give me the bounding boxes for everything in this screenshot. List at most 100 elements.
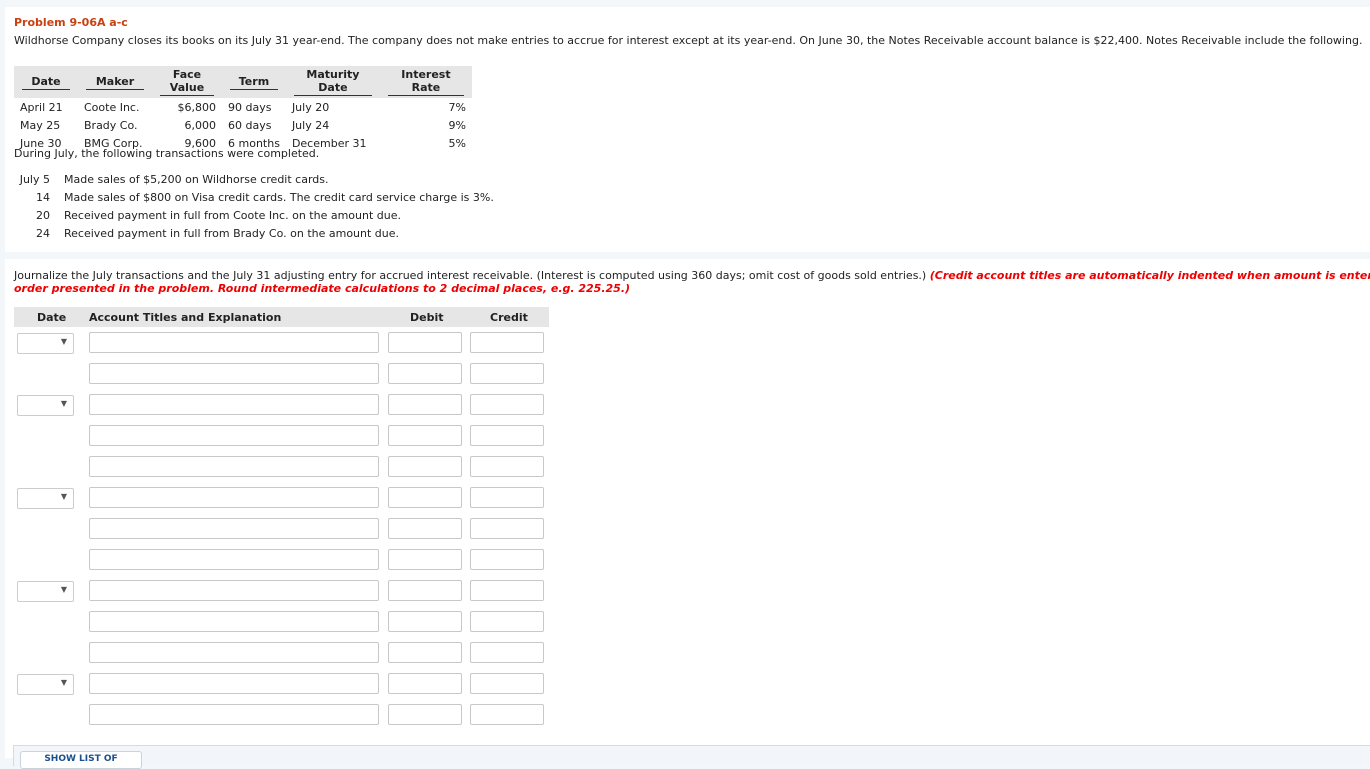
footer-bar: SHOW LIST OF ACCOUNTS [13, 745, 1370, 769]
credit-input[interactable] [470, 363, 544, 384]
show-accounts-button[interactable]: SHOW LIST OF ACCOUNTS [20, 751, 142, 769]
transactions-intro: During July, the following transactions … [14, 147, 320, 160]
account-title-input[interactable] [89, 518, 379, 539]
instructions: Journalize the July transactions and the… [14, 269, 1370, 295]
transaction-item: 24 Received payment in full from Brady C… [14, 227, 494, 245]
transaction-text: Received payment in full from Brady Co. … [64, 227, 400, 240]
transaction-day: 14 [36, 191, 50, 204]
credit-input[interactable] [470, 673, 544, 694]
credit-input[interactable] [470, 425, 544, 446]
credit-input[interactable] [470, 580, 544, 601]
credit-input[interactable] [470, 704, 544, 725]
journal-row: ▼ [5, 330, 550, 356]
chevron-down-icon: ▼ [60, 585, 67, 594]
debit-input[interactable] [388, 549, 462, 570]
cell-maker: Coote Inc. [84, 100, 140, 114]
notes-receivable-table: Date Maker Face Value Term Maturity Date… [14, 66, 472, 152]
journal-row [5, 454, 550, 480]
instructions-red-2: order presented in the problem. Round in… [14, 282, 631, 295]
debit-input[interactable] [388, 704, 462, 725]
debit-input[interactable] [388, 487, 462, 508]
col-date: Date [14, 66, 78, 98]
col-maturity-date: Maturity Date [285, 66, 380, 98]
cell-maker: Brady Co. [84, 118, 138, 132]
date-select[interactable]: ▼ [17, 333, 74, 354]
chevron-down-icon: ▼ [60, 678, 67, 687]
credit-input[interactable] [470, 394, 544, 415]
transaction-day: 20 [36, 209, 50, 222]
journal-row: ▼ [5, 671, 550, 697]
journal-row [5, 361, 550, 387]
transaction-day: July 5 [19, 173, 50, 186]
transaction-text: Received payment in full from Coote Inc.… [64, 209, 401, 222]
debit-input[interactable] [388, 642, 462, 663]
transaction-day: 24 [36, 227, 50, 240]
account-title-input[interactable] [89, 704, 379, 725]
journal-row: ▼ [5, 485, 550, 511]
cell-rate: 5% [448, 136, 466, 150]
journal-row [5, 640, 550, 666]
debit-input[interactable] [388, 518, 462, 539]
debit-input[interactable] [388, 425, 462, 446]
debit-input[interactable] [388, 456, 462, 477]
account-title-input[interactable] [89, 611, 379, 632]
account-title-input[interactable] [89, 394, 379, 415]
col-interest-rate: Interest Rate [379, 66, 472, 98]
header-account: Account Titles and Explanation [89, 311, 282, 324]
cell-term: 60 days [228, 118, 272, 132]
credit-input[interactable] [470, 611, 544, 632]
credit-input[interactable] [470, 549, 544, 570]
journal-panel: Journalize the July transactions and the… [5, 259, 1370, 758]
account-title-input[interactable] [89, 642, 379, 663]
account-title-input[interactable] [89, 549, 379, 570]
account-title-input[interactable] [89, 456, 379, 477]
credit-input[interactable] [470, 518, 544, 539]
problem-panel: Problem 9-06A a-c Wildhorse Company clos… [5, 7, 1370, 252]
account-title-input[interactable] [89, 673, 379, 694]
debit-input[interactable] [388, 580, 462, 601]
chevron-down-icon: ▼ [60, 337, 67, 346]
instructions-text: Journalize the July transactions and the… [14, 269, 930, 282]
journal-row [5, 609, 550, 635]
debit-input[interactable] [388, 611, 462, 632]
col-term: Term [222, 66, 286, 98]
account-title-input[interactable] [89, 487, 379, 508]
header-credit: Credit [490, 311, 528, 324]
col-face-value: Face Value [152, 66, 222, 98]
debit-input[interactable] [388, 394, 462, 415]
credit-input[interactable] [470, 487, 544, 508]
credit-input[interactable] [470, 332, 544, 353]
transaction-text: Made sales of $5,200 on Wildhorse credit… [64, 173, 329, 186]
cell-term: 90 days [228, 100, 272, 114]
journal-row [5, 423, 550, 449]
transaction-item: July 5 Made sales of $5,200 on Wildhorse… [14, 173, 494, 191]
account-title-input[interactable] [89, 425, 379, 446]
transaction-item: 20 Received payment in full from Coote I… [14, 209, 494, 227]
transactions-list: July 5 Made sales of $5,200 on Wildhorse… [14, 173, 494, 245]
date-select[interactable]: ▼ [17, 581, 74, 602]
cell-date: April 21 [20, 100, 63, 114]
debit-input[interactable] [388, 673, 462, 694]
cell-rate: 7% [448, 100, 466, 114]
header-debit: Debit [410, 311, 444, 324]
transaction-text: Made sales of $800 on Visa credit cards.… [64, 191, 494, 204]
account-title-input[interactable] [89, 580, 379, 601]
credit-input[interactable] [470, 456, 544, 477]
debit-input[interactable] [388, 332, 462, 353]
date-select[interactable]: ▼ [17, 395, 74, 416]
credit-input[interactable] [470, 642, 544, 663]
table-row: May 25 Brady Co. 6,000 60 days July 24 9… [14, 116, 472, 134]
chevron-down-icon: ▼ [60, 492, 67, 501]
table-row: April 21 Coote Inc. $6,800 90 days July … [14, 98, 472, 116]
journal-row: ▼ [5, 392, 550, 418]
problem-intro: Wildhorse Company closes its books on it… [14, 34, 1363, 47]
account-title-input[interactable] [89, 332, 379, 353]
problem-title: Problem 9-06A a-c [14, 16, 128, 29]
journal-row [5, 547, 550, 573]
transaction-item: 14 Made sales of $800 on Visa credit car… [14, 191, 494, 209]
date-select[interactable]: ▼ [17, 488, 74, 509]
date-select[interactable]: ▼ [17, 674, 74, 695]
account-title-input[interactable] [89, 363, 379, 384]
debit-input[interactable] [388, 363, 462, 384]
journal-header: Date Account Titles and Explanation Debi… [14, 307, 549, 327]
